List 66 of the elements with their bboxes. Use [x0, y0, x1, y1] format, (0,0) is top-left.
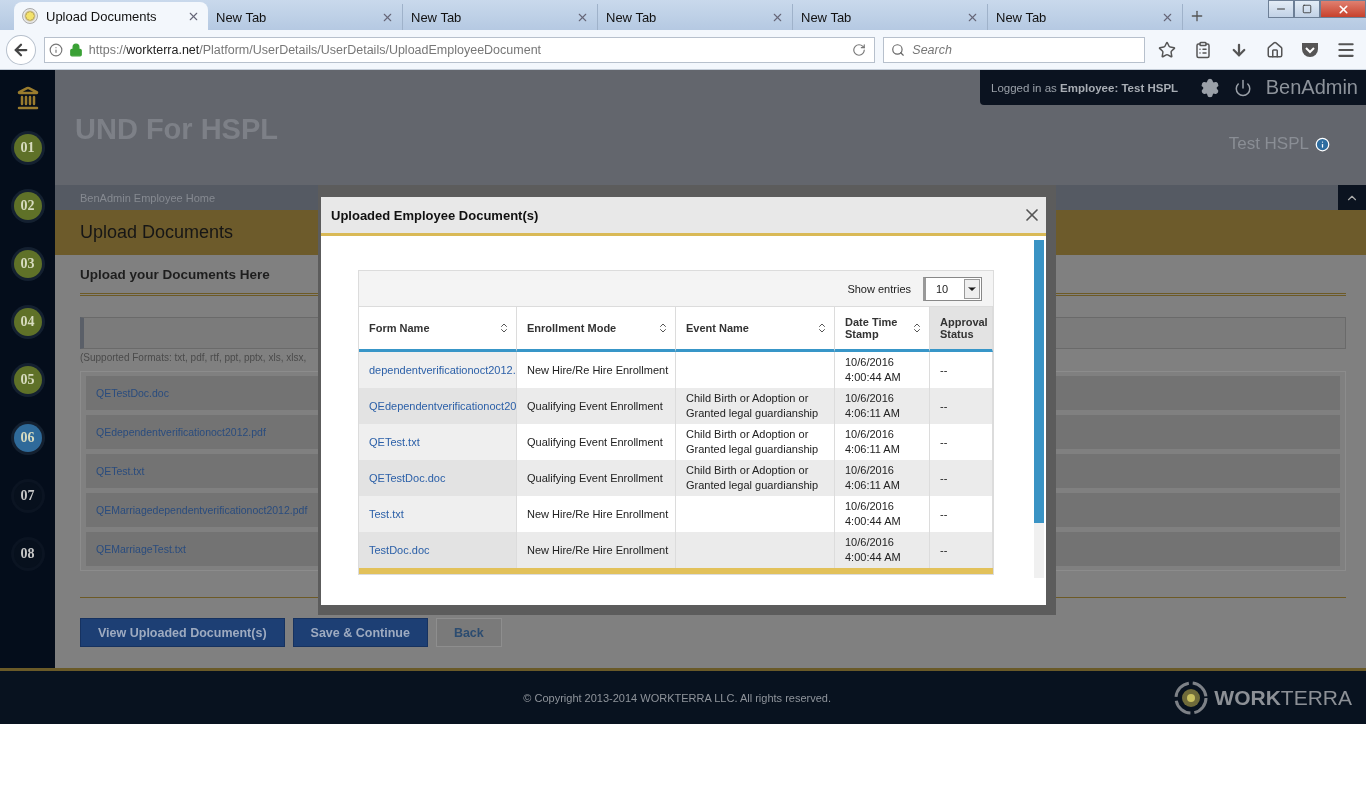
table-cell: Child Birth or Adoption or Granted legal guardianship: [676, 460, 835, 496]
action-button[interactable]: View Uploaded Document(s): [80, 618, 285, 647]
step-circle[interactable]: 04: [13, 308, 42, 336]
logged-in-text: Logged in as Employee: Test HSPL: [991, 81, 1180, 94]
step-circle[interactable]: 03: [13, 250, 42, 278]
sort-icon[interactable]: [657, 322, 669, 334]
sort-icon[interactable]: [498, 322, 510, 334]
form-link[interactable]: QETestDoc.doc: [359, 460, 517, 496]
settings-icon[interactable]: [1199, 77, 1220, 98]
form-link[interactable]: dependentverificationoct2012.: [359, 352, 517, 388]
brand-name: BenAdmin: [1265, 76, 1358, 99]
step-circle[interactable]: 08: [13, 540, 42, 568]
page-size-select[interactable]: 10: [923, 276, 982, 301]
search-field[interactable]: Search: [883, 36, 1146, 63]
close-icon[interactable]: [1336, 2, 1350, 16]
landmark-icon[interactable]: [15, 86, 40, 112]
sort-icon[interactable]: [816, 322, 828, 334]
maximize-button[interactable]: [1294, 0, 1320, 18]
search-icon: [891, 42, 906, 57]
table-cell: --: [930, 388, 993, 424]
url-text: https://workterra.net/Platform/UserDetails/UserDetails/UploadEmployeeDocument: [88, 42, 543, 57]
form-link[interactable]: Test.txt: [359, 496, 517, 532]
step-circle[interactable]: 02: [13, 192, 42, 220]
info-icon[interactable]: [48, 42, 63, 57]
column-header[interactable]: Enrollment Mode: [517, 307, 676, 352]
column-header[interactable]: Date Time Stamp: [835, 307, 930, 352]
dropdown-icon[interactable]: [964, 278, 980, 299]
scrollbar[interactable]: [1034, 240, 1044, 578]
plus-icon[interactable]: [1189, 8, 1205, 24]
table-cell: Qualifying Event Enrollment: [517, 460, 676, 496]
section-title: Upload your Documents Here: [80, 267, 271, 282]
browser-tab[interactable]: Upload Documents: [14, 2, 208, 30]
table-cell: --: [930, 460, 993, 496]
lock-icon: [68, 42, 83, 57]
action-button[interactable]: Save & Continue: [292, 618, 428, 647]
table-cell: 10/6/2016 4:00:44 AM: [835, 532, 930, 568]
column-header[interactable]: Event Name: [676, 307, 835, 352]
table-cell: Child Birth or Adoption or Granted legal guardianship: [676, 388, 835, 424]
form-link[interactable]: QETest.txt: [359, 424, 517, 460]
table-cell: 10/6/2016 4:06:11 AM: [835, 388, 930, 424]
table-cell: 10/6/2016 4:06:11 AM: [835, 460, 930, 496]
sort-icon[interactable]: [911, 322, 923, 334]
table-cell: Qualifying Event Enrollment: [517, 388, 676, 424]
logo-icon: [1174, 680, 1209, 715]
form-link[interactable]: TestDoc.doc: [359, 532, 517, 568]
address-field[interactable]: https://workterra.net/Platform/UserDetails/UserDetails/UploadEmployeeDocument: [43, 36, 876, 63]
logo-text: WORKTERRA: [1214, 685, 1352, 710]
close-window-button[interactable]: [1320, 0, 1366, 18]
minimize-button[interactable]: [1268, 0, 1294, 18]
step-circle[interactable]: 01: [13, 134, 42, 162]
copyright-text: © Copyright 2013-2014 WORKTERRA LLC. All rights reserved.: [522, 691, 832, 704]
reload-icon[interactable]: [852, 42, 867, 57]
column-header[interactable]: Form Name: [359, 307, 517, 352]
table-cell: --: [930, 532, 993, 568]
dialog-title: Uploaded Employee Document(s): [331, 207, 540, 223]
show-entries-label: Show entries: [847, 282, 911, 295]
back-button[interactable]: [6, 34, 36, 65]
step-circle[interactable]: 05: [13, 366, 42, 394]
maximize-icon[interactable]: [1302, 4, 1312, 14]
power-icon[interactable]: [1233, 78, 1252, 97]
site-favicon-icon: [22, 8, 38, 24]
column-header[interactable]: Approval Status: [930, 307, 993, 352]
form-link[interactable]: QEdependentverificationoct20: [359, 388, 517, 424]
step-circle[interactable]: 06: [13, 424, 42, 452]
step-circle[interactable]: 07: [13, 482, 42, 510]
table-cell: New Hire/Re Hire Enrollment: [517, 532, 676, 568]
